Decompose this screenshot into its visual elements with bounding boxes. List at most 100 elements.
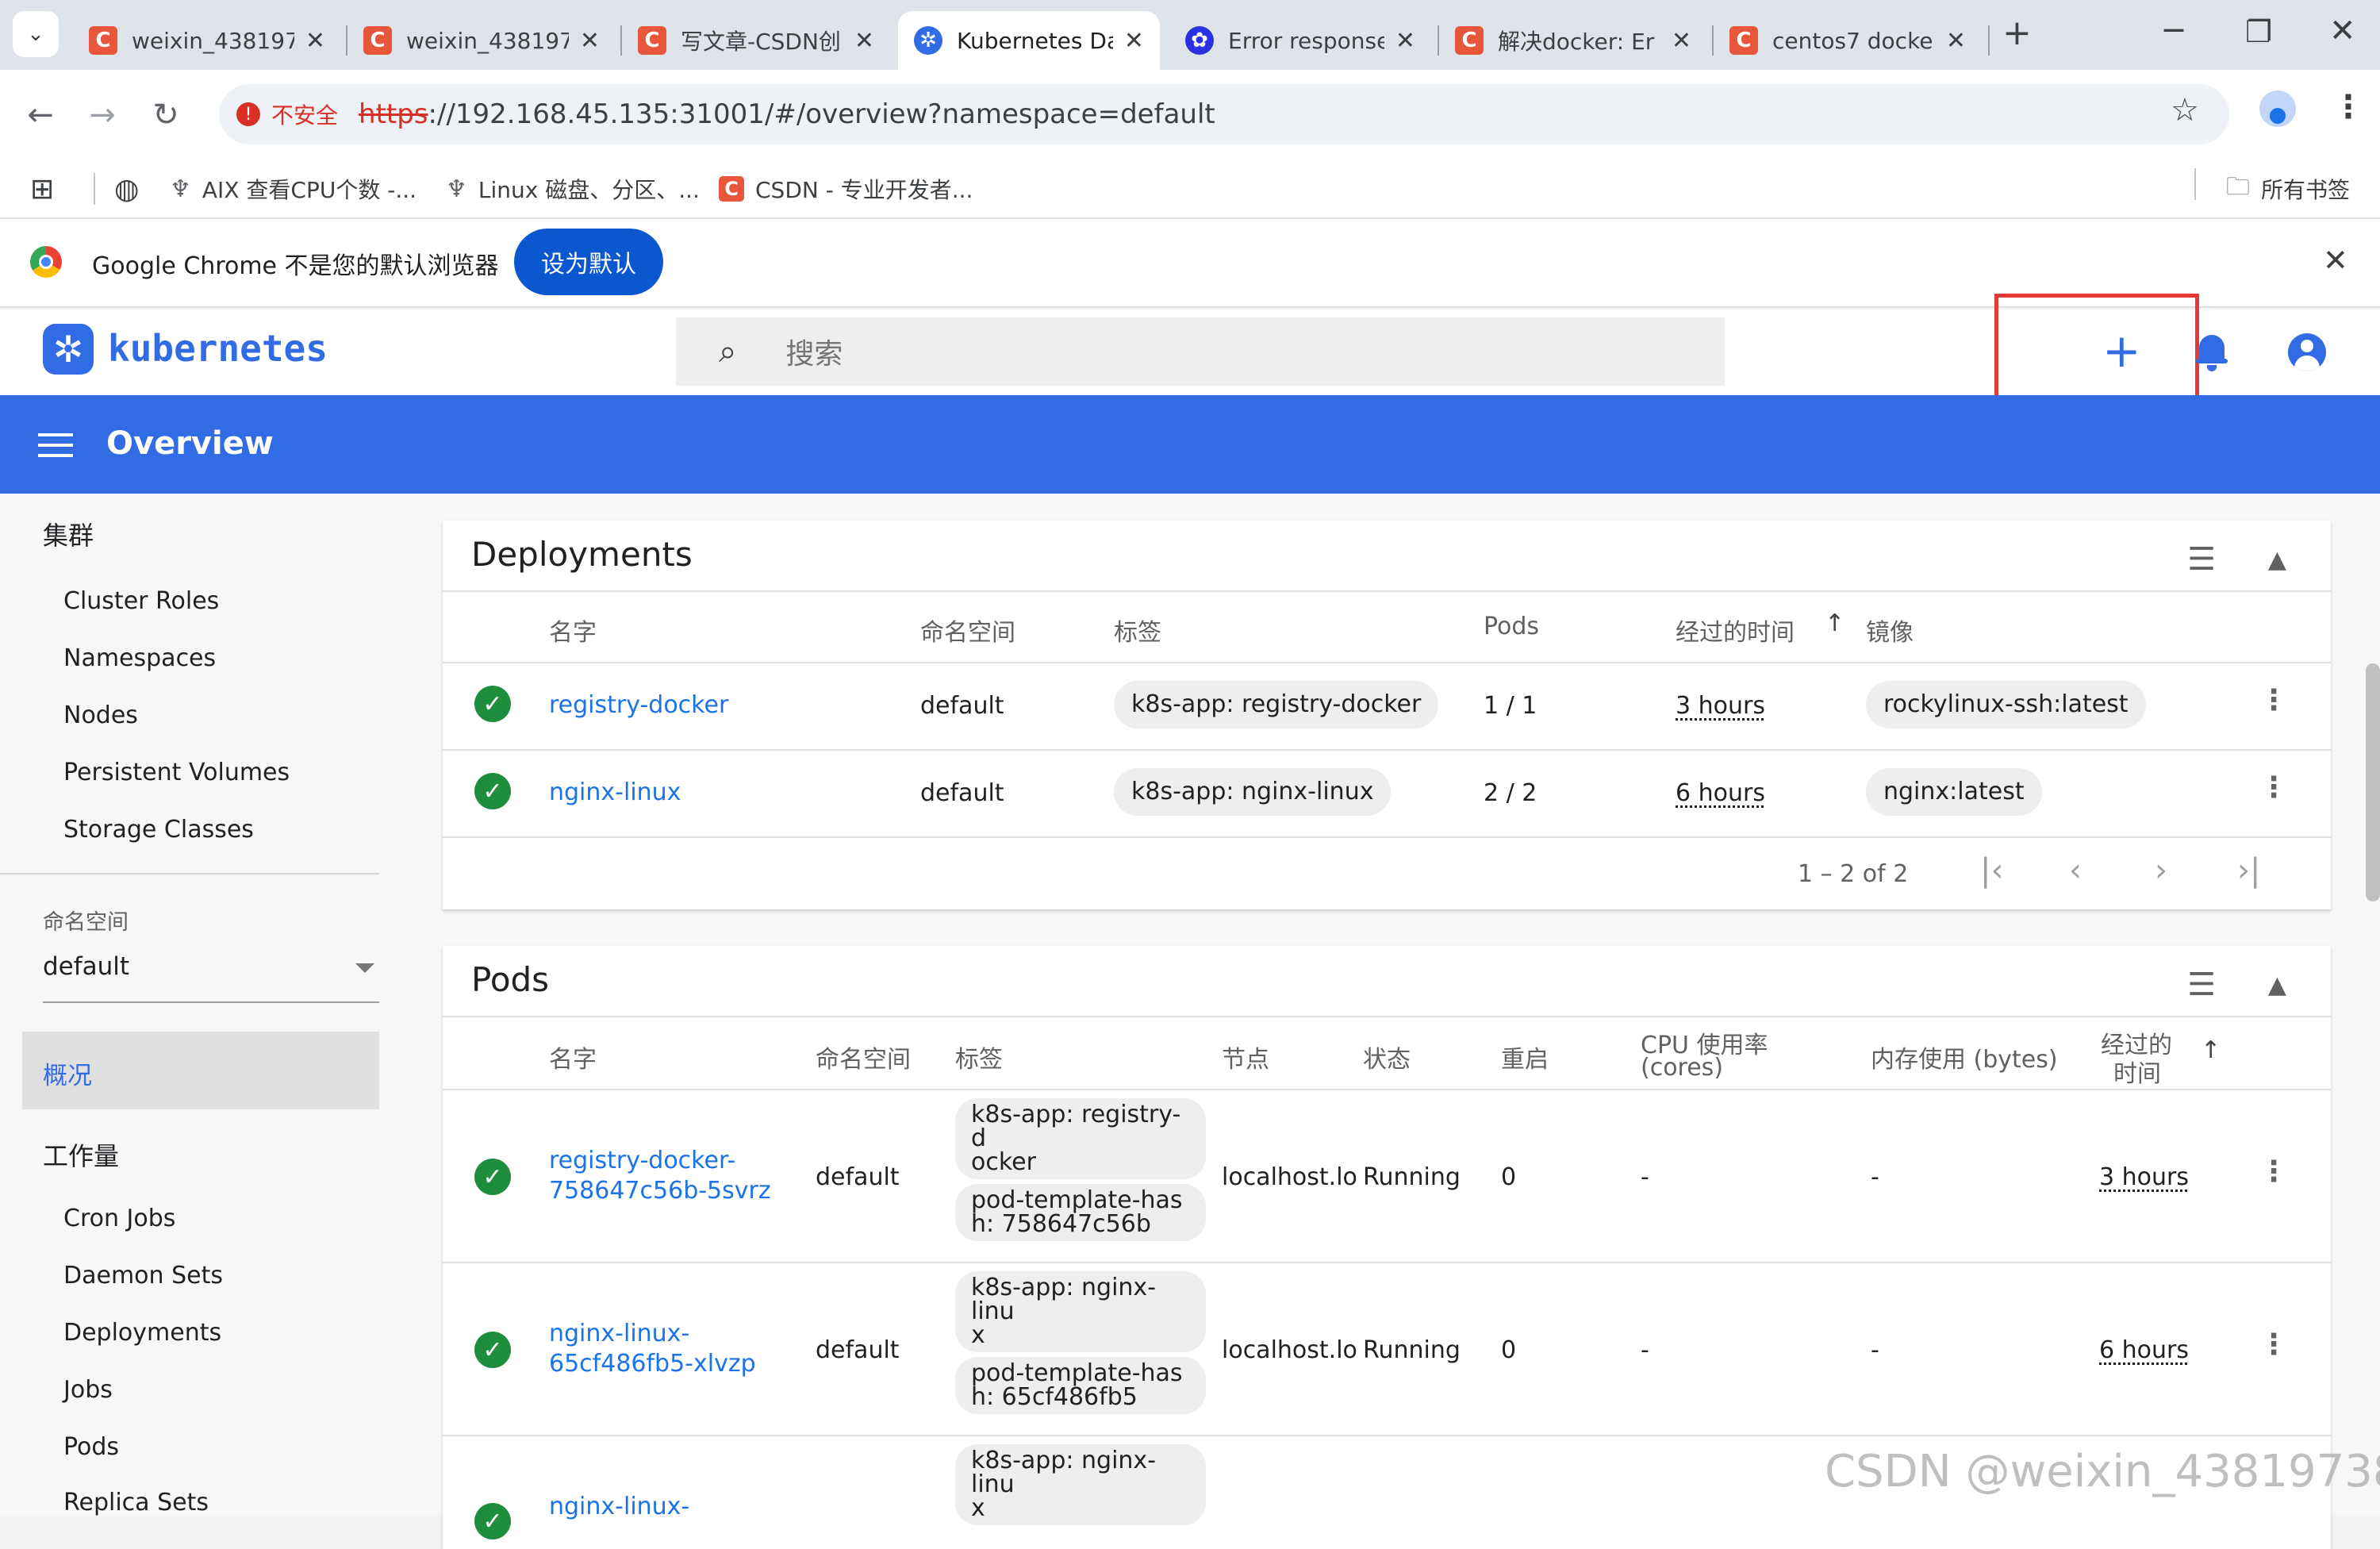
sidebar-item-storage-classes[interactable]: Storage Classes: [63, 816, 254, 844]
first-page-icon[interactable]: |‹: [1980, 852, 2003, 889]
column-header-age-2[interactable]: 时间: [2113, 1054, 2161, 1089]
page-scrollbar[interactable]: [2366, 663, 2380, 901]
pod-name-link[interactable]: nginx-linux-: [549, 1492, 689, 1522]
search-input[interactable]: ⌕ 搜索: [676, 317, 1725, 386]
close-icon[interactable]: ✕: [1124, 27, 1144, 55]
deployment-name-link[interactable]: nginx-linux: [549, 778, 681, 808]
column-header-restarts[interactable]: 重启: [1501, 1040, 1549, 1074]
window-close-icon[interactable]: ✕: [2329, 13, 2356, 49]
pods-cell: 2 / 2: [1484, 779, 1537, 807]
browser-tab-1[interactable]: C weixin_438197 ✕: [73, 11, 341, 70]
last-page-icon[interactable]: ›|: [2237, 852, 2260, 889]
sort-arrow-up-icon[interactable]: ↑: [2201, 1036, 2221, 1064]
infobar-close-icon[interactable]: ✕: [2323, 243, 2348, 278]
csdn-favicon-icon: C: [1455, 26, 1484, 55]
close-icon[interactable]: ✕: [305, 27, 325, 55]
set-default-button[interactable]: 设为默认: [514, 229, 663, 295]
reload-icon[interactable]: ↻: [143, 92, 189, 138]
address-bar[interactable]: ! 不安全 https ://192.168.45.135:31001/#/ov…: [219, 84, 2229, 144]
column-header-node[interactable]: 节点: [1222, 1040, 1269, 1074]
collapse-icon[interactable]: ▲: [2268, 971, 2286, 1003]
label-chip: pod-template-has h: 758647c56b: [955, 1184, 1206, 1241]
sidebar-item-cluster-roles[interactable]: Cluster Roles: [63, 587, 219, 615]
csdn-favicon-icon: C: [89, 26, 117, 55]
namespace-select[interactable]: default: [43, 952, 379, 1003]
close-icon[interactable]: ✕: [1395, 27, 1415, 55]
cpu-cell: -: [1641, 1163, 1649, 1191]
deployment-name-link[interactable]: registry-docker: [549, 690, 728, 721]
notifications-bell-icon[interactable]: [2196, 330, 2228, 373]
row-actions-menu-icon[interactable]: ⋮: [2259, 1155, 2288, 1188]
row-actions-menu-icon[interactable]: ⋮: [2259, 1328, 2288, 1361]
sort-arrow-up-icon[interactable]: ↑: [1825, 609, 1844, 637]
bookmark-linux[interactable]: ♆ Linux 磁盘、分区、...: [446, 159, 700, 219]
close-icon[interactable]: ✕: [854, 27, 874, 55]
bookmark-star-icon[interactable]: ☆: [2171, 92, 2199, 129]
browser-tab-3[interactable]: C 写文章-CSDN创 ✕: [622, 11, 890, 70]
column-header-cpu-unit: (cores): [1641, 1054, 1724, 1082]
browser-tab-5[interactable]: ✿ Error response ✕: [1169, 11, 1431, 70]
account-circle-icon[interactable]: [2288, 333, 2326, 371]
filter-icon[interactable]: ☰: [2187, 541, 2216, 578]
sidebar-item-jobs[interactable]: Jobs: [63, 1376, 113, 1404]
dropdown-arrow-icon: [355, 963, 374, 973]
kubernetes-logo-text[interactable]: kubernetes: [108, 327, 328, 370]
label-chip: k8s-app: nginx-linu x: [955, 1444, 1206, 1525]
namespace-cell: default: [920, 779, 1004, 807]
sidebar-item-persistent-volumes[interactable]: Persistent Volumes: [63, 759, 290, 786]
globe-icon[interactable]: ◍: [114, 159, 139, 219]
pod-name-link[interactable]: registry-docker- 758647c56b-5svrz: [549, 1146, 771, 1206]
browser-tab-7[interactable]: C centos7 docke ✕: [1714, 11, 1982, 70]
close-icon[interactable]: ✕: [1946, 27, 1966, 55]
back-arrow-icon[interactable]: ←: [17, 92, 63, 138]
kubernetes-logo-icon[interactable]: ✲: [43, 324, 94, 375]
column-header-namespace[interactable]: 命名空间: [816, 1040, 911, 1074]
pod-name-link[interactable]: nginx-linux- 65cf486fb5-xlvzp: [549, 1319, 756, 1379]
deployments-card: Deployments ☰ ▲ 名字 命名空间 标签 Pods 经过的时间 ↑ …: [443, 521, 2331, 909]
csdn-favicon-icon: C: [638, 26, 666, 55]
profile-avatar-icon[interactable]: [2259, 90, 2296, 127]
bookmark-csdn[interactable]: C CSDN - 专业开发者...: [719, 159, 973, 219]
baidu-favicon-icon: ✿: [1185, 26, 1214, 55]
column-header-status[interactable]: 状态: [1363, 1040, 1411, 1074]
previous-page-icon[interactable]: ‹: [2069, 852, 2082, 889]
browser-tab-6[interactable]: C 解决docker: Er ✕: [1439, 11, 1707, 70]
sidebar-heading-cluster[interactable]: 集群: [43, 516, 94, 552]
browser-tab-4[interactable]: ✲ Kubernetes Da ✕: [898, 11, 1160, 70]
row-actions-menu-icon[interactable]: ⋮: [2259, 771, 2288, 804]
restore-icon[interactable]: ❐: [2245, 14, 2272, 49]
status-ok-icon: ✓: [474, 686, 511, 722]
csdn-favicon-icon: C: [363, 26, 392, 55]
browser-tab-2[interactable]: C weixin_438197 ✕: [347, 11, 616, 70]
sidebar-item-overview[interactable]: 概况: [22, 1032, 379, 1109]
minimize-icon[interactable]: ─: [2164, 13, 2183, 49]
new-tab-button[interactable]: +: [2002, 13, 2032, 53]
column-header-age[interactable]: 经过的时间: [1676, 613, 1795, 648]
sidebar-item-daemon-sets[interactable]: Daemon Sets: [63, 1262, 223, 1290]
column-header-namespace[interactable]: 命名空间: [920, 613, 1015, 648]
tab-search-button[interactable]: ⌄: [13, 11, 59, 57]
sidebar-item-cron-jobs[interactable]: Cron Jobs: [63, 1205, 175, 1232]
column-header-name[interactable]: 名字: [549, 1040, 597, 1074]
hamburger-menu-icon[interactable]: [38, 433, 73, 457]
close-icon[interactable]: ✕: [580, 27, 600, 55]
apps-icon[interactable]: ⊞: [30, 159, 54, 219]
status-ok-icon: ✓: [474, 1332, 511, 1368]
sidebar-item-namespaces[interactable]: Namespaces: [63, 644, 216, 672]
next-page-icon[interactable]: ›: [2155, 852, 2167, 889]
sidebar-item-pods[interactable]: Pods: [63, 1433, 119, 1461]
close-icon[interactable]: ✕: [1672, 27, 1691, 55]
all-bookmarks-button[interactable]: 🗀 所有书签: [2226, 159, 2350, 219]
sidebar-item-deployments[interactable]: Deployments: [63, 1319, 221, 1347]
sidebar-item-nodes[interactable]: Nodes: [63, 701, 138, 729]
forward-arrow-icon[interactable]: →: [79, 92, 125, 138]
sidebar-item-replica-sets[interactable]: Replica Sets: [63, 1489, 209, 1516]
sidebar-heading-workloads[interactable]: 工作量: [43, 1136, 119, 1173]
bookmark-aix[interactable]: ♆ AIX 查看CPU个数 -...: [170, 159, 416, 219]
browser-menu-icon[interactable]: ⋮: [2332, 89, 2364, 125]
filter-icon[interactable]: ☰: [2187, 967, 2216, 1003]
column-header-name[interactable]: 名字: [549, 613, 597, 648]
collapse-icon[interactable]: ▲: [2268, 546, 2286, 578]
row-actions-menu-icon[interactable]: ⋮: [2259, 684, 2288, 717]
image-chip: rockylinux-ssh:latest: [1866, 681, 2146, 728]
